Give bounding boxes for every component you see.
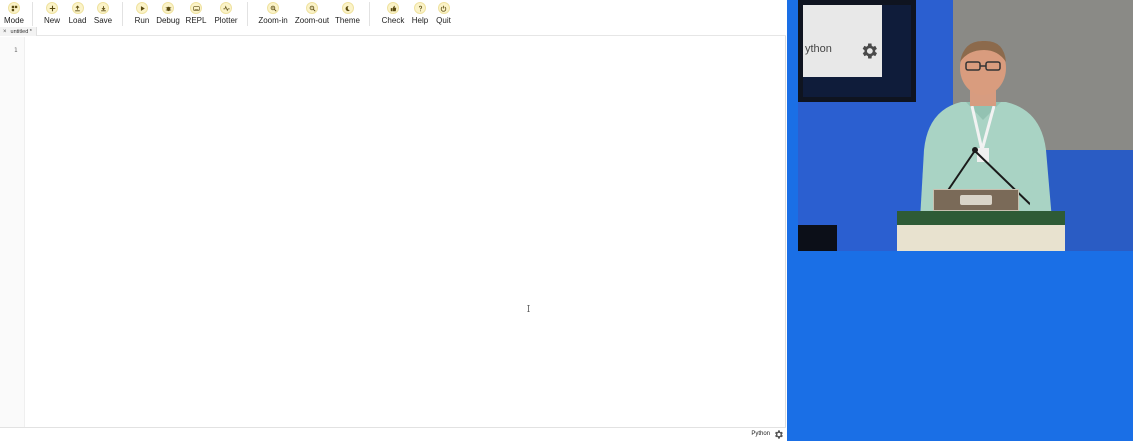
podium-front (897, 225, 1065, 251)
tab-label: untitled * (10, 28, 32, 35)
mode-label: Mode (3, 16, 24, 25)
repl-label: REPL (185, 16, 207, 25)
screen-truss: ython (798, 0, 916, 102)
toolbar-separator (122, 2, 123, 26)
toolbar-separator (369, 2, 370, 26)
zoom-in-button[interactable]: Zoom-in (254, 0, 292, 27)
zoom-in-icon (267, 2, 279, 14)
editor-window: Mode New Load Save Run Debug REPL Plotter Zoom-i… (0, 0, 786, 441)
toolbar-separator (32, 2, 33, 26)
theme-label: Theme (335, 16, 360, 25)
code-editor[interactable] (25, 37, 785, 427)
load-label: Load (68, 16, 87, 25)
laptop-sticker (960, 195, 992, 205)
plotter-button[interactable]: Plotter (211, 0, 241, 27)
podium-top (897, 211, 1065, 225)
theme-button[interactable]: Theme (332, 0, 363, 27)
zoom-in-label: Zoom-in (258, 16, 288, 25)
new-label: New (43, 16, 60, 25)
save-label: Save (93, 16, 113, 25)
quit-label: Quit (436, 16, 451, 25)
thumbs-up-icon (387, 2, 399, 14)
projection-screen: ython (803, 5, 882, 77)
new-button[interactable]: New (39, 0, 65, 27)
toolbar: Mode New Load Save Run Debug REPL Plotter Zoom-i… (0, 0, 786, 27)
zoom-out-label: Zoom-out (294, 16, 330, 25)
status-bar: Python (0, 427, 786, 441)
gear-icon[interactable] (773, 429, 784, 440)
line-number-gutter: 1 (0, 37, 25, 427)
mode-icon (8, 2, 20, 14)
quit-button[interactable]: Quit (430, 0, 457, 27)
gear-icon (862, 43, 877, 59)
zoom-out-button[interactable]: Zoom-out (292, 0, 332, 27)
debug-button[interactable]: Debug (155, 0, 181, 27)
pulse-icon (220, 2, 232, 14)
tab-close-icon[interactable]: × (3, 29, 7, 35)
video-panel: ython (787, 0, 1133, 441)
help-button[interactable]: Help (410, 0, 430, 27)
question-icon (414, 2, 426, 14)
plus-icon (46, 2, 58, 14)
podium-laptop (933, 189, 1019, 211)
run-label: Run (134, 16, 150, 25)
repl-button[interactable]: REPL (181, 0, 211, 27)
upload-icon (71, 2, 84, 14)
plotter-label: Plotter (214, 16, 238, 25)
projection-screen-text: ython (805, 43, 832, 55)
video-frame: ython (798, 0, 1133, 251)
tab-untitled[interactable]: × untitled * (0, 27, 37, 36)
save-button[interactable]: Save (90, 0, 116, 27)
moon-icon (341, 2, 354, 14)
screen: Mode New Load Save Run Debug REPL Plotter Zoom-i… (0, 0, 1133, 441)
text-cursor-icon (527, 305, 530, 312)
play-icon (136, 2, 148, 14)
mode-button[interactable]: Mode (2, 0, 26, 27)
podium (897, 211, 1065, 251)
check-label: Check (381, 16, 405, 25)
status-mode-label: Python (751, 431, 770, 437)
help-label: Help (411, 16, 429, 25)
keyboard-icon (190, 2, 202, 14)
tab-bar: × untitled * (0, 27, 786, 36)
power-icon (437, 2, 450, 14)
debug-label: Debug (156, 16, 180, 25)
download-icon (97, 2, 109, 14)
zoom-out-icon (306, 2, 318, 14)
run-button[interactable]: Run (129, 0, 155, 27)
line-number: 1 (14, 47, 18, 54)
toolbar-separator (247, 2, 248, 26)
stage-monitor (798, 225, 837, 251)
check-button[interactable]: Check (376, 0, 410, 27)
bug-icon (162, 2, 174, 14)
load-button[interactable]: Load (65, 0, 90, 27)
